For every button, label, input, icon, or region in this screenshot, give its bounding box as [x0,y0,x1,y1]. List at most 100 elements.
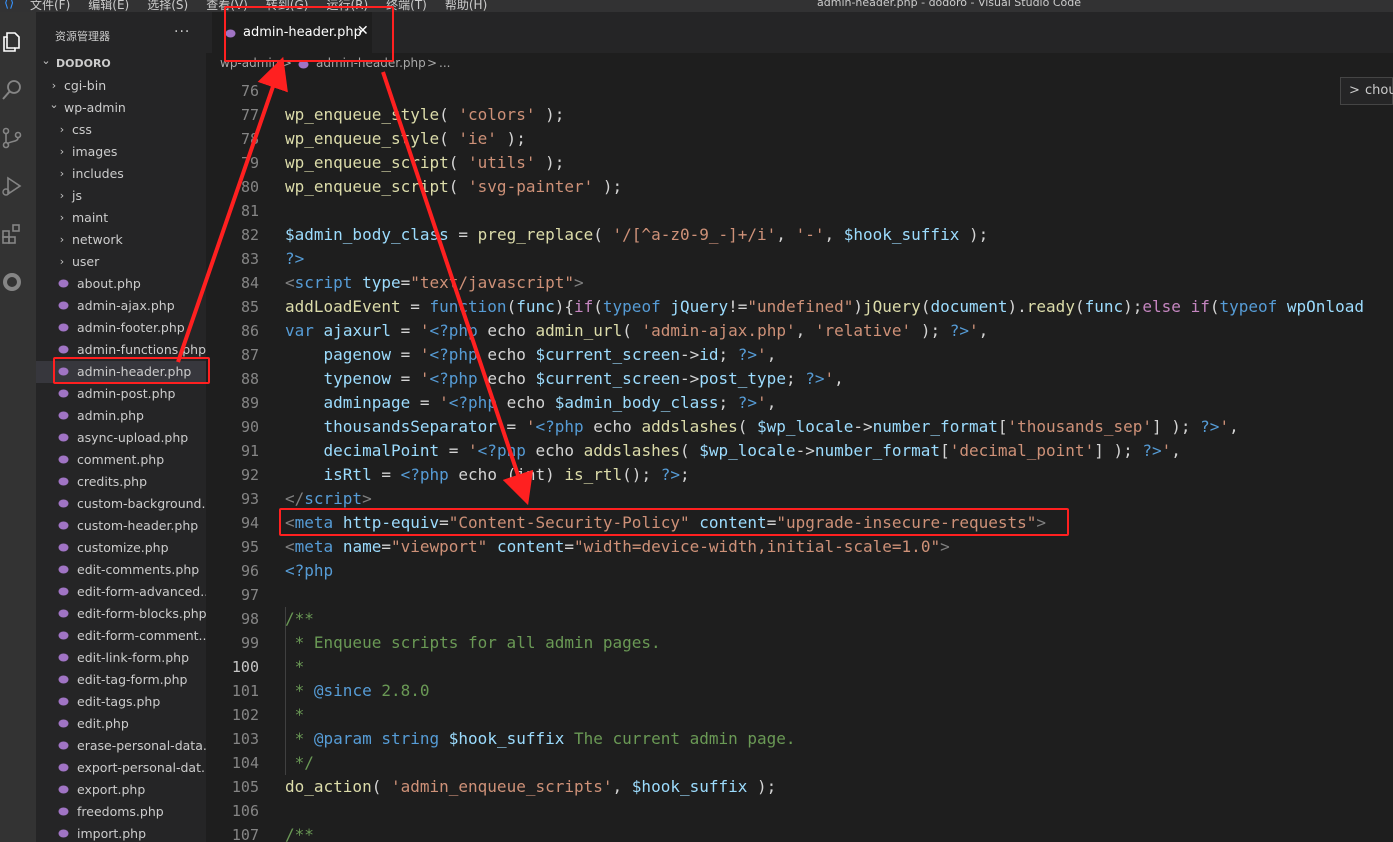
file-item[interactable]: edit-form-comment... [36,625,206,647]
file-item[interactable]: custom-background... [36,493,206,515]
code-line[interactable]: 80 wp_enqueue_script( 'svg-painter' ); [206,175,1393,199]
more-actions-icon[interactable]: ··· [174,24,190,40]
code-line[interactable]: 83 ?> [206,247,1393,271]
github-icon[interactable] [0,270,24,294]
code-line[interactable]: 88 typenow = '<?php echo $current_screen… [206,367,1393,391]
file-item[interactable]: freedoms.php [36,801,206,823]
file-item[interactable]: export-personal-dat... [36,757,206,779]
file-item[interactable]: edit-comments.php [36,559,206,581]
php-file-icon [58,323,69,332]
file-item[interactable]: admin-post.php [36,383,206,405]
file-item[interactable]: customize.php [36,537,206,559]
folder-item[interactable]: › cgi-bin [36,75,206,97]
file-item[interactable]: erase-personal-data.... [36,735,206,757]
menu-item-help[interactable]: 帮助(H) [445,0,487,12]
folder-item[interactable]: › js [36,185,206,207]
code-line[interactable]: 96 <?php [206,559,1393,583]
file-item[interactable]: import.php [36,823,206,842]
code-line[interactable]: 101 * @since 2.8.0 [206,679,1393,703]
line-number: 99 [240,634,259,652]
code-text: * @param string $hook_suffix The current… [285,729,796,748]
file-item[interactable]: admin-ajax.php [36,295,206,317]
folder-item[interactable]: › images [36,141,206,163]
code-line[interactable]: 100 * [206,655,1393,679]
code-text: */ [285,753,314,772]
source-control-icon[interactable] [0,126,24,150]
code-line[interactable]: 107 /** [206,823,1393,842]
extensions-icon[interactable] [0,222,24,246]
folder-item[interactable]: › includes [36,163,206,185]
code-line[interactable]: 99 * Enqueue scripts for all admin pages… [206,631,1393,655]
folder-item[interactable]: ⌄ wp-admin [36,97,206,119]
explorer-icon[interactable] [0,30,24,54]
folder-item[interactable]: › user [36,251,206,273]
run-debug-icon[interactable] [0,174,24,198]
code-line[interactable]: 85 addLoadEvent = function(func){if(typeo… [206,295,1393,319]
code-line[interactable]: 95 <meta name="viewport" content="width=d… [206,535,1393,559]
file-item[interactable]: edit-tag-form.php [36,669,206,691]
code-line[interactable]: 86 var ajaxurl = '<?php echo admin_url( '… [206,319,1393,343]
search-icon[interactable] [0,78,24,102]
php-file-icon [58,829,69,838]
tree-item-label: customize.php [77,540,169,555]
file-item[interactable]: edit-form-blocks.php [36,603,206,625]
workspace-root[interactable]: ⌄ DODORO [36,53,206,75]
code-line[interactable]: 97 [206,583,1393,607]
annotation-box-meta-line [279,508,1069,536]
code-line[interactable]: 103 * @param string $hook_suffix The cur… [206,727,1393,751]
code-line[interactable]: 78 wp_enqueue_style( 'ie' ); [206,127,1393,151]
code-line[interactable]: 106 [206,799,1393,823]
file-item[interactable]: custom-header.php [36,515,206,537]
menu-item-selection[interactable]: 选择(S) [147,0,188,12]
code-line[interactable]: 92 isRtl = <?php echo (int) is_rtl(); ?>… [206,463,1393,487]
code-text: /** [285,825,314,842]
file-item[interactable]: credits.php [36,471,206,493]
file-item[interactable]: async-upload.php [36,427,206,449]
code-line[interactable]: 104 */ [206,751,1393,775]
file-item[interactable]: export.php [36,779,206,801]
file-item[interactable]: admin-footer.php [36,317,206,339]
code-line[interactable]: 87 pagenow = '<?php echo $current_screen… [206,343,1393,367]
find-widget-input[interactable]: chou [1365,83,1393,98]
php-file-icon [58,301,69,310]
code-line[interactable]: 79 wp_enqueue_script( 'utils' ); [206,151,1393,175]
file-item[interactable]: comment.php [36,449,206,471]
tree-item-label: css [72,122,92,137]
code-line[interactable]: 76 [206,79,1393,103]
line-number: 76 [240,82,259,100]
breadcrumb-symbol[interactable]: ... [439,56,450,70]
code-line[interactable]: 77 wp_enqueue_style( 'colors' ); [206,103,1393,127]
code-line[interactable]: 91 decimalPoint = '<?php echo addslashes… [206,439,1393,463]
line-number: 102 [231,706,259,724]
folder-item[interactable]: › network [36,229,206,251]
find-widget-chevron-icon[interactable]: > [1349,83,1360,98]
code-line[interactable]: 98 /** [206,607,1393,631]
file-item[interactable]: edit-tags.php [36,691,206,713]
php-file-icon [58,807,69,816]
code-line[interactable]: 90 thousandsSeparator = '<?php echo adds… [206,415,1393,439]
menu-item-file[interactable]: 文件(F) [30,0,70,12]
file-item[interactable]: admin.php [36,405,206,427]
folder-item[interactable]: › css [36,119,206,141]
code-text: thousandsSeparator = '<?php echo addslas… [323,417,1239,436]
file-item[interactable]: edit-link-form.php [36,647,206,669]
code-line[interactable]: 89 adminpage = '<?php echo $admin_body_c… [206,391,1393,415]
code-line[interactable]: 82 $admin_body_class = preg_replace( '/[^… [206,223,1393,247]
file-item[interactable]: about.php [36,273,206,295]
file-item[interactable]: edit-form-advanced... [36,581,206,603]
code-line[interactable]: 102 * [206,703,1393,727]
line-number: 93 [240,490,259,508]
find-widget[interactable]: > chou [1340,77,1393,105]
line-number: 95 [240,538,259,556]
code-line[interactable]: 84 <script type="text/javascript"> [206,271,1393,295]
code-editor[interactable]: 76 77 wp_enqueue_style( 'colors' ); 78 wp_en… [206,75,1393,842]
tree-item-label: wp-admin [64,100,126,115]
code-text: adminpage = '<?php echo $admin_body_clas… [323,393,777,412]
menu-item-edit[interactable]: 编辑(E) [88,0,129,12]
chevron-right-icon: › [59,255,65,268]
folder-item[interactable]: › maint [36,207,206,229]
tree-item-label: includes [72,166,124,181]
file-item[interactable]: edit.php [36,713,206,735]
code-line[interactable]: 105 do_action( 'admin_enqueue_scripts', $… [206,775,1393,799]
code-line[interactable]: 81 [206,199,1393,223]
